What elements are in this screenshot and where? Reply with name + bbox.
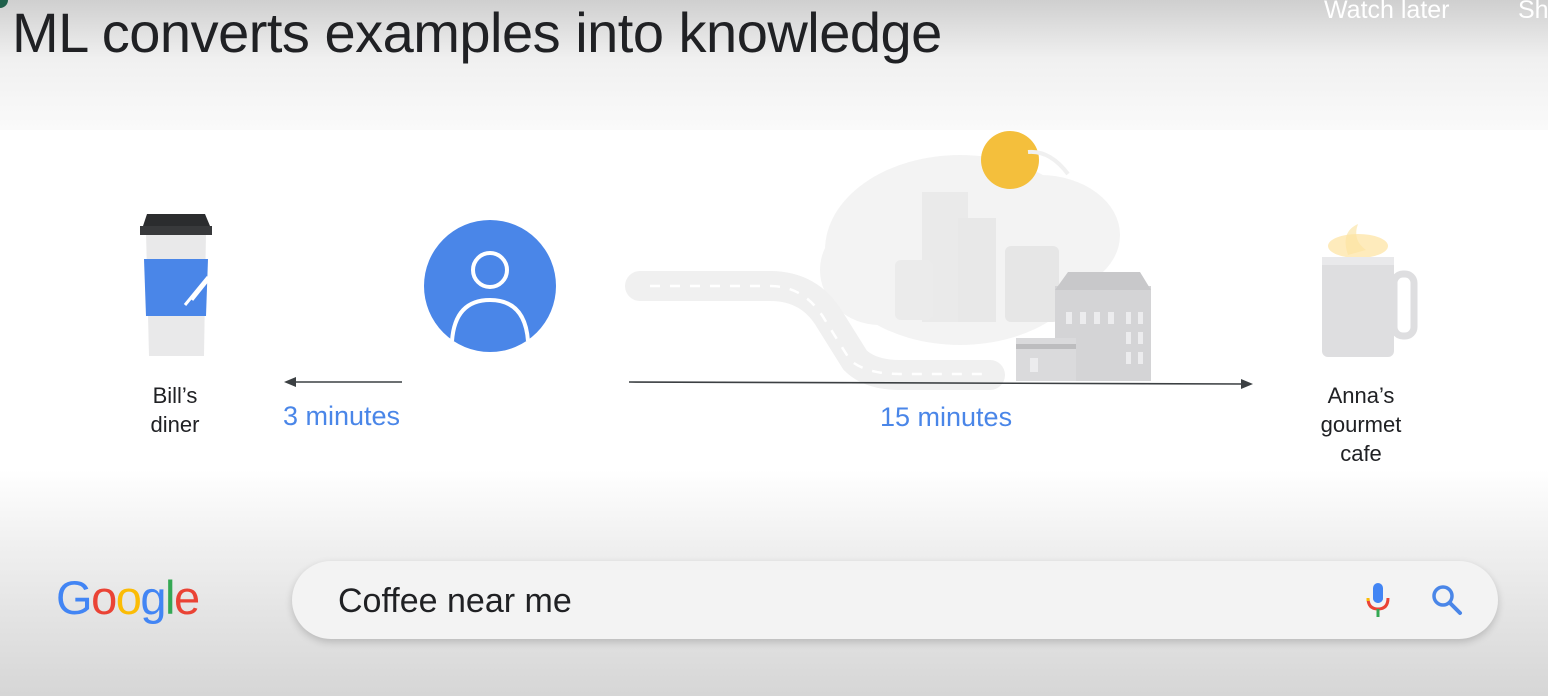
google-logo-letter: o [115,571,142,624]
microphone-icon[interactable] [1364,581,1392,621]
bills-diner-label: Bill’s diner [150,383,200,437]
search-query-text[interactable]: Coffee near me [338,582,572,621]
right-duration-label: 15 minutes [880,402,1013,432]
magnifier-icon[interactable] [1430,583,1464,617]
arrow-to-bills [284,377,402,387]
paper-coffee-cup-icon [140,214,212,356]
google-logo-letter: l [164,571,175,624]
search-bar[interactable]: Coffee near me [292,561,1498,639]
google-logo-letter: G [56,571,93,624]
google-logo-letter: o [91,571,117,624]
mug-icon [1322,224,1418,357]
annas-cafe-label: Anna’s gourmet cafe [1320,383,1402,466]
google-logo-letter: e [173,571,200,624]
left-duration-label: 3 minutes [283,401,401,431]
google-logo: Google [56,570,200,625]
sun-icon [981,131,1039,189]
user-avatar-icon [424,220,556,352]
google-logo-letter: g [140,571,166,624]
